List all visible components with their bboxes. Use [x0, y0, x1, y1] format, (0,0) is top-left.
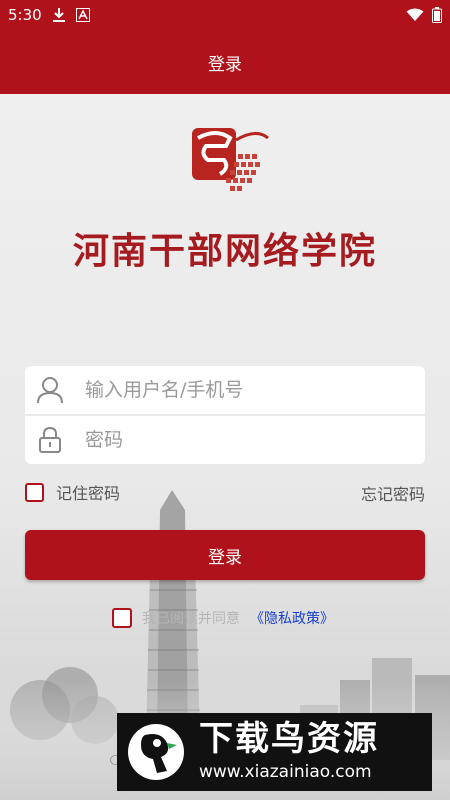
- watermark-banner: 下载鸟资源 www.xiazainiao.com: [117, 713, 432, 791]
- school-logo-icon: [186, 120, 272, 204]
- remember-label: 记住密码: [56, 484, 121, 503]
- forgot-password-link[interactable]: 忘记密码: [361, 481, 425, 505]
- privacy-checkbox[interactable]: [112, 608, 132, 628]
- download-icon: [52, 7, 66, 23]
- watermark-url: www.xiazainiao.com: [199, 762, 372, 782]
- user-icon: [25, 366, 75, 414]
- app-bar: 登录: [0, 30, 450, 94]
- lock-icon: [25, 416, 75, 464]
- remember-password[interactable]: 记住密码: [25, 480, 120, 504]
- privacy-agreement: 我已阅读并同意 《隐私政策》: [112, 608, 334, 628]
- page-title: 登录: [208, 54, 242, 75]
- a-icon: [75, 8, 90, 22]
- bird-logo-icon: [127, 723, 185, 781]
- password-field[interactable]: [25, 416, 425, 464]
- username-field[interactable]: [25, 366, 425, 414]
- password-input[interactable]: [85, 429, 405, 451]
- privacy-policy-link[interactable]: 《隐私政策》: [250, 608, 334, 628]
- remember-checkbox[interactable]: [25, 482, 44, 502]
- privacy-text: 我已阅读并同意: [142, 611, 240, 627]
- status-time: 5:30: [8, 6, 42, 24]
- app-name: 河南干部网络学院: [72, 230, 377, 272]
- watermark-title: 下载鸟资源: [199, 719, 379, 759]
- username-input[interactable]: [85, 379, 405, 401]
- battery-icon: [432, 7, 442, 23]
- login-button[interactable]: 登录: [25, 530, 425, 580]
- status-bar: 5:30: [0, 0, 450, 30]
- wifi-icon: [406, 8, 424, 22]
